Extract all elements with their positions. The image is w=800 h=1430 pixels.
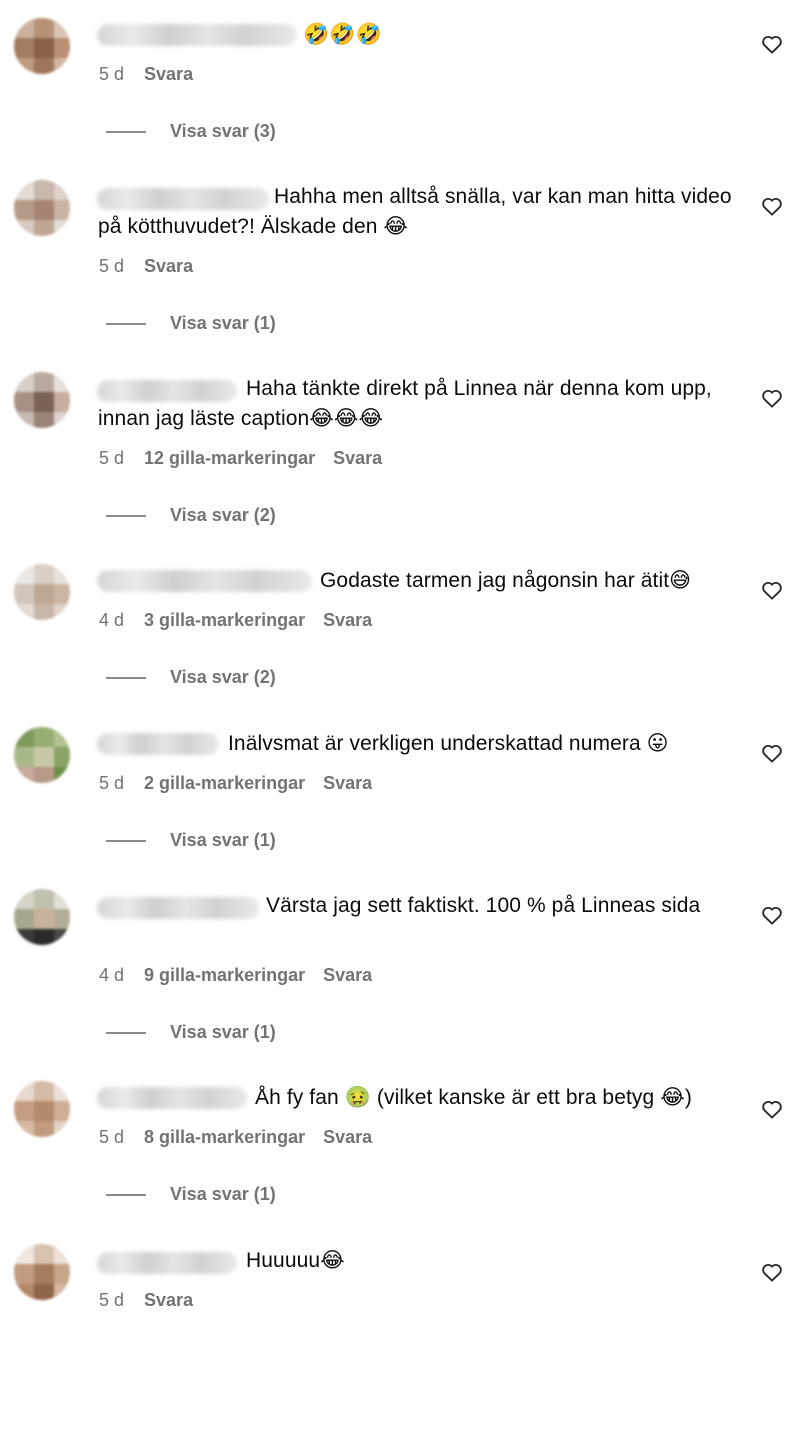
comment-time: 5 d: [99, 1127, 125, 1147]
comment-time: 4 d: [99, 610, 125, 630]
comment-text: Huuuuu😂: [246, 1249, 345, 1272]
comment-meta: 4 d 9 gilla-markeringar Svara: [99, 965, 390, 986]
comment-time: 5 d: [99, 64, 125, 84]
view-replies[interactable]: Visa svar (1): [106, 313, 276, 334]
heart-outline-icon[interactable]: [761, 743, 783, 763]
avatar[interactable]: [14, 372, 70, 428]
heart-outline-icon[interactable]: [761, 196, 783, 216]
comment-time: 4 d: [99, 965, 125, 985]
divider: [106, 130, 146, 133]
view-replies-label[interactable]: Visa svar (1): [170, 830, 276, 851]
view-replies[interactable]: Visa svar (1): [106, 830, 276, 851]
heart-outline-icon[interactable]: [761, 580, 783, 600]
reply-button[interactable]: Svara: [323, 965, 372, 985]
view-replies-label[interactable]: Visa svar (2): [170, 667, 276, 688]
avatar[interactable]: [14, 564, 70, 620]
comment: Haha tänkte direkt på Linnea när denna k…: [0, 368, 800, 558]
reply-button[interactable]: Svara: [323, 773, 372, 793]
comment-time: 5 d: [99, 773, 125, 793]
comment-meta: 5 d Svara: [99, 256, 211, 277]
reply-button[interactable]: Svara: [144, 64, 193, 84]
comment-text: Värsta jag sett faktiskt. 100 % på Linne…: [266, 894, 701, 917]
comment: Godaste tarmen jag någonsin har ätit😅 4 …: [0, 560, 800, 750]
view-replies[interactable]: Visa svar (2): [106, 667, 276, 688]
view-replies-label[interactable]: Visa svar (2): [170, 505, 276, 526]
reply-button[interactable]: Svara: [144, 1290, 193, 1310]
comment-meta: 5 d 2 gilla-markeringar Svara: [99, 773, 390, 794]
view-replies-label[interactable]: Visa svar (1): [170, 1022, 276, 1043]
comment-text: 🤣🤣🤣: [303, 23, 382, 46]
avatar[interactable]: [14, 727, 70, 783]
view-replies-label[interactable]: Visa svar (1): [170, 313, 276, 334]
divider: [106, 839, 146, 842]
likes-count[interactable]: 3 gilla-markeringar: [144, 610, 305, 630]
reply-button[interactable]: Svara: [323, 610, 372, 630]
comment-time: 5 d: [99, 256, 125, 276]
view-replies[interactable]: Visa svar (1): [106, 1022, 276, 1043]
comment: Åh fy fan 🤢 (vilket kanske är ett bra be…: [0, 1077, 800, 1267]
view-replies[interactable]: Visa svar (1): [106, 1184, 276, 1205]
view-replies-label[interactable]: Visa svar (1): [170, 1184, 276, 1205]
comment-meta: 5 d 12 gilla-markeringar Svara: [99, 448, 400, 469]
likes-count[interactable]: 2 gilla-markeringar: [144, 773, 305, 793]
avatar[interactable]: [14, 18, 70, 74]
view-replies-label[interactable]: Visa svar (3): [170, 121, 276, 142]
reply-button[interactable]: Svara: [333, 448, 382, 468]
divider: [106, 1031, 146, 1034]
divider: [106, 676, 146, 679]
comment-text: Haha tänkte direkt på Linnea när denna k…: [98, 377, 712, 430]
comment: Värsta jag sett faktiskt. 100 % på Linne…: [0, 885, 800, 1075]
comment: Huuuuu😂 5 d Svara: [0, 1240, 800, 1430]
avatar[interactable]: [14, 1244, 70, 1300]
reply-button[interactable]: Svara: [323, 1127, 372, 1147]
comment-text: Inälvsmat är verkligen underskattad nume…: [228, 732, 669, 755]
comment-meta: 5 d 8 gilla-markeringar Svara: [99, 1127, 390, 1148]
heart-outline-icon[interactable]: [761, 34, 783, 54]
heart-outline-icon[interactable]: [761, 1262, 783, 1282]
likes-count[interactable]: 9 gilla-markeringar: [144, 965, 305, 985]
comment: Hahha men alltså snälla, var kan man hit…: [0, 176, 800, 366]
heart-outline-icon[interactable]: [761, 905, 783, 925]
comment-text: Godaste tarmen jag någonsin har ätit😅: [320, 569, 692, 592]
view-replies[interactable]: Visa svar (3): [106, 121, 276, 142]
likes-count[interactable]: 8 gilla-markeringar: [144, 1127, 305, 1147]
view-replies[interactable]: Visa svar (2): [106, 505, 276, 526]
divider: [106, 322, 146, 325]
comment-meta: 5 d Svara: [99, 64, 211, 85]
comment-text: Hahha men alltså snälla, var kan man hit…: [98, 185, 732, 238]
heart-outline-icon[interactable]: [761, 388, 783, 408]
comment-meta: 4 d 3 gilla-markeringar Svara: [99, 610, 390, 631]
comment-meta: 5 d Svara: [99, 1290, 211, 1311]
heart-outline-icon[interactable]: [761, 1099, 783, 1119]
avatar[interactable]: [14, 180, 70, 236]
divider: [106, 514, 146, 517]
reply-button[interactable]: Svara: [144, 256, 193, 276]
comment-time: 5 d: [99, 1290, 125, 1310]
divider: [106, 1193, 146, 1196]
comment-time: 5 d: [99, 448, 125, 468]
comment-text: Åh fy fan 🤢 (vilket kanske är ett bra be…: [255, 1086, 692, 1109]
avatar[interactable]: [14, 1081, 70, 1137]
likes-count[interactable]: 12 gilla-markeringar: [144, 448, 315, 468]
avatar[interactable]: [14, 889, 70, 945]
